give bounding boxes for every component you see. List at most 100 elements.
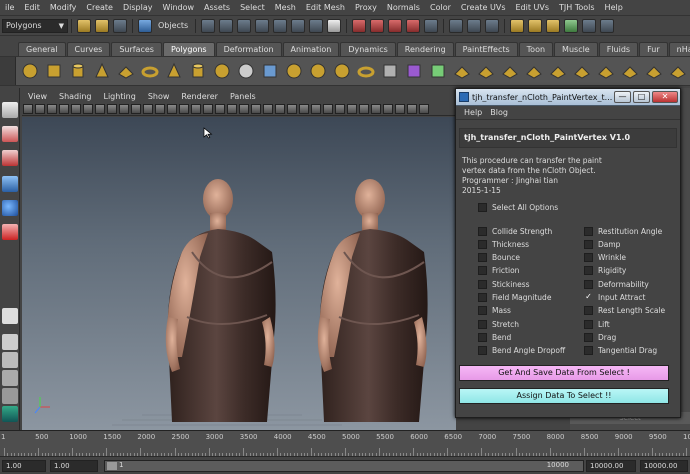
open-scene-icon[interactable]: [95, 18, 109, 33]
option-row[interactable]: Drag: [584, 331, 616, 343]
menu-item[interactable]: Edit: [19, 0, 45, 15]
shelf-tab[interactable]: Animation: [282, 42, 340, 56]
viewport-tool-icon[interactable]: [347, 103, 357, 114]
range-slider-handle[interactable]: [107, 462, 117, 470]
shelf-tab[interactable]: Rendering: [396, 42, 454, 56]
misc-mask-icon[interactable]: [327, 18, 342, 33]
viewport-tool-icon[interactable]: [359, 103, 369, 114]
option-checkbox[interactable]: [584, 253, 593, 263]
viewport-tool-icon[interactable]: [407, 103, 417, 114]
viewport-tool-icon[interactable]: [143, 103, 153, 114]
viewport-menu-item[interactable]: Panels: [224, 92, 262, 101]
option-row[interactable]: Lift: [584, 318, 610, 330]
viewport-tool-icon[interactable]: [203, 103, 213, 114]
menu-blog[interactable]: Blog: [486, 108, 512, 117]
prism-icon[interactable]: [164, 61, 184, 81]
viewport[interactable]: [22, 117, 456, 430]
viewport-tool-icon[interactable]: [227, 103, 237, 114]
layout-single-icon[interactable]: [2, 308, 18, 324]
layout-outliner-icon[interactable]: [2, 370, 18, 386]
mirror-icon[interactable]: [404, 61, 424, 81]
hypershade-icon[interactable]: [564, 18, 579, 33]
split-icon[interactable]: [524, 61, 544, 81]
move-tool-icon[interactable]: [2, 176, 18, 192]
option-row[interactable]: Stretch: [478, 318, 519, 330]
option-checkbox[interactable]: [478, 279, 487, 289]
character-model-right[interactable]: [317, 179, 428, 422]
viewport-menu-item[interactable]: Lighting: [97, 92, 141, 101]
option-row[interactable]: ✓ Input Attract: [584, 292, 645, 304]
render-mask-icon[interactable]: [309, 18, 324, 33]
rotate-tool-icon[interactable]: [2, 200, 18, 216]
combine-icon[interactable]: [260, 61, 280, 81]
viewport-tool-icon[interactable]: [23, 103, 33, 114]
shelf-tab[interactable]: Dynamics: [340, 42, 396, 56]
option-checkbox[interactable]: ✓: [584, 293, 593, 302]
assign-data-button[interactable]: Assign Data To Select !!: [459, 388, 669, 404]
menu-item[interactable]: Mesh: [270, 0, 301, 15]
menu-item[interactable]: Modify: [45, 0, 82, 15]
option-checkbox[interactable]: [584, 279, 593, 289]
separate-icon[interactable]: [284, 61, 304, 81]
menu-item[interactable]: Assets: [199, 0, 235, 15]
viewport-tool-icon[interactable]: [167, 103, 177, 114]
layout-two-icon[interactable]: [2, 352, 18, 368]
viewport-tool-icon[interactable]: [263, 103, 273, 114]
viewport-tool-icon[interactable]: [155, 103, 165, 114]
dynamics-mask-icon[interactable]: [291, 18, 306, 33]
plane-icon[interactable]: [116, 61, 136, 81]
character-model-left[interactable]: [165, 179, 276, 422]
option-checkbox[interactable]: [584, 239, 593, 249]
viewport-tool-icon[interactable]: [47, 103, 57, 114]
viewport-tool-icon[interactable]: [383, 103, 393, 114]
viewport-tool-icon[interactable]: [323, 103, 333, 114]
option-row[interactable]: Field Magnitude: [478, 292, 551, 304]
menu-item[interactable]: Edit Mesh: [301, 0, 350, 15]
bevel-icon[interactable]: [596, 61, 616, 81]
append-icon[interactable]: [500, 61, 520, 81]
option-row[interactable]: Tangential Drag: [584, 345, 657, 357]
insert-edge-icon[interactable]: [548, 61, 568, 81]
option-row[interactable]: Rest Length Scale: [584, 305, 665, 317]
construction-history-icon[interactable]: [485, 18, 500, 33]
extrude-icon[interactable]: [452, 61, 472, 81]
menu-item[interactable]: Help: [600, 0, 628, 15]
viewport-tool-icon[interactable]: [275, 103, 285, 114]
viewport-tool-icon[interactable]: [59, 103, 69, 114]
viewport-tool-icon[interactable]: [95, 103, 105, 114]
deform-mask-icon[interactable]: [273, 18, 288, 33]
curve-mask-icon[interactable]: [237, 18, 252, 33]
shelf-tab[interactable]: PaintEffects: [454, 42, 518, 56]
layout-custom-icon[interactable]: [2, 406, 18, 422]
menu-item[interactable]: Normals: [382, 0, 425, 15]
viewport-menu-item[interactable]: Shading: [53, 92, 98, 101]
mode-selector[interactable]: Polygons ▼: [2, 18, 68, 33]
menu-item[interactable]: Create UVs: [456, 0, 511, 15]
option-row[interactable]: Friction: [478, 265, 519, 277]
option-checkbox[interactable]: [478, 226, 487, 236]
viewport-menu-item[interactable]: Show: [142, 92, 176, 101]
option-checkbox[interactable]: [584, 306, 593, 316]
viewport-tool-icon[interactable]: [179, 103, 189, 114]
option-checkbox[interactable]: [478, 239, 487, 249]
render-frame-icon[interactable]: [510, 18, 525, 33]
shelf-tab[interactable]: Deformation: [215, 42, 282, 56]
option-row[interactable]: Thickness: [478, 238, 529, 250]
viewport-tool-icon[interactable]: [191, 103, 201, 114]
option-checkbox[interactable]: [584, 346, 593, 356]
viewport-menu-item[interactable]: View: [22, 92, 53, 101]
option-checkbox[interactable]: [478, 266, 487, 276]
menu-item[interactable]: Window: [157, 0, 199, 15]
option-checkbox[interactable]: [478, 293, 487, 302]
close-button[interactable]: ✕: [652, 91, 678, 103]
cylinder-icon[interactable]: [68, 61, 88, 81]
snap-grid-icon[interactable]: [352, 18, 367, 33]
output-ops-icon[interactable]: [467, 18, 482, 33]
helix-icon[interactable]: [212, 61, 232, 81]
option-row[interactable]: Deformability: [584, 278, 649, 290]
select-by-object-icon[interactable]: [138, 18, 152, 33]
viewport-tool-icon[interactable]: [35, 103, 45, 114]
menu-item[interactable]: Select: [235, 0, 270, 15]
option-row[interactable]: Wrinkle: [584, 252, 626, 264]
toggle-panel-icon[interactable]: [600, 18, 615, 33]
